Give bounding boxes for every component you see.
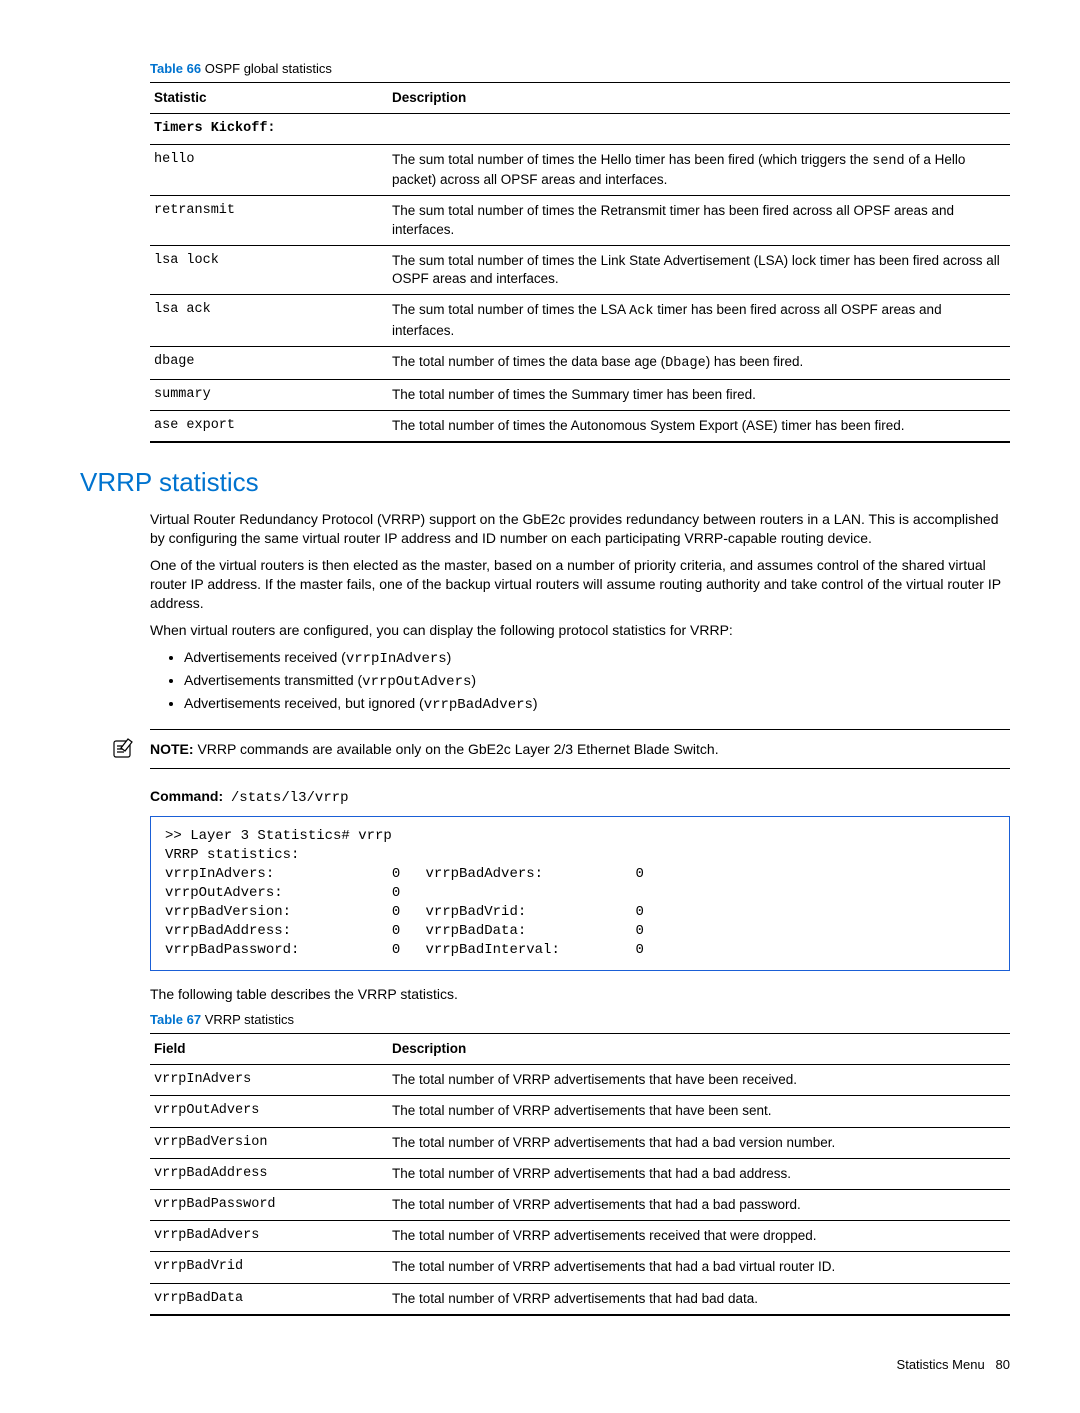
table66-desc-cell: The total number of times the Summary ti… (388, 379, 1010, 410)
table66-stat-cell: lsa ack (150, 295, 388, 346)
table-row: dbageThe total number of times the data … (150, 346, 1010, 379)
vrrp-statistics-heading: VRRP statistics (80, 465, 1010, 500)
table66-header-statistic: Statistic (150, 82, 388, 113)
vrrp-para-3: When virtual routers are configured, you… (150, 621, 1010, 640)
table-row: ase exportThe total number of times the … (150, 411, 1010, 443)
ospf-global-stats-table: Statistic Description Timers Kickoff:hel… (150, 82, 1010, 444)
vrrp-bullet-list: Advertisements received (vrrpInAdvers)Ad… (150, 648, 1010, 715)
table67-field-cell: vrrpBadData (150, 1283, 388, 1315)
list-item: Advertisements received (vrrpInAdvers) (184, 648, 1010, 669)
table-row: vrrpBadAdversThe total number of VRRP ad… (150, 1221, 1010, 1252)
table-row: vrrpBadVersionThe total number of VRRP a… (150, 1127, 1010, 1158)
table-row: lsa lockThe sum total number of times th… (150, 245, 1010, 294)
table67-desc-cell: The total number of VRRP advertisements … (388, 1221, 1010, 1252)
vrrp-para-4: The following table describes the VRRP s… (150, 985, 1010, 1004)
command-line: Command: /stats/l3/vrrp (150, 787, 1010, 808)
note-icon (110, 738, 136, 768)
table66-desc-cell: The total number of times the Autonomous… (388, 411, 1010, 443)
table66-stat-cell: lsa lock (150, 245, 388, 294)
table66-desc-cell: The sum total number of times the Retran… (388, 196, 1010, 245)
table66-desc-cell: The sum total number of times the Hello … (388, 144, 1010, 195)
vrrp-output-box: >> Layer 3 Statistics# vrrp VRRP statist… (150, 816, 1010, 970)
table67-field-cell: vrrpBadVersion (150, 1127, 388, 1158)
table67-desc-cell: The total number of VRRP advertisements … (388, 1127, 1010, 1158)
table66-desc-cell: The sum total number of times the LSA Ac… (388, 295, 1010, 346)
list-item: Advertisements received, but ignored (vr… (184, 694, 1010, 715)
command-label: Command: (150, 788, 223, 804)
table66-stat-cell: dbage (150, 346, 388, 379)
table66-stat-cell: retransmit (150, 196, 388, 245)
table-row: vrrpInAdversThe total number of VRRP adv… (150, 1065, 1010, 1096)
note-text: NOTE: VRRP commands are available only o… (150, 741, 719, 757)
vrrp-para-1: Virtual Router Redundancy Protocol (VRRP… (150, 510, 1010, 548)
table-row: vrrpBadVridThe total number of VRRP adve… (150, 1252, 1010, 1283)
vrrp-stats-table: Field Description vrrpInAdversThe total … (150, 1033, 1010, 1316)
list-item: Advertisements transmitted (vrrpOutAdver… (184, 671, 1010, 692)
table-row: lsa ackThe sum total number of times the… (150, 295, 1010, 346)
table66-desc-cell: The sum total number of times the Link S… (388, 245, 1010, 294)
table-row: vrrpBadPasswordThe total number of VRRP … (150, 1190, 1010, 1221)
table67-field-cell: vrrpInAdvers (150, 1065, 388, 1096)
table66-stat-cell: summary (150, 379, 388, 410)
table67-field-cell: vrrpBadPassword (150, 1190, 388, 1221)
note-label: NOTE: (150, 741, 194, 757)
footer-page-number: 80 (996, 1357, 1010, 1372)
table67-desc-cell: The total number of VRRP advertisements … (388, 1190, 1010, 1221)
table66-stat-cell: hello (150, 144, 388, 195)
table67-header-description: Description (388, 1033, 1010, 1064)
table66-caption: Table 66 OSPF global statistics (150, 60, 1010, 78)
table-row: vrrpBadAddressThe total number of VRRP a… (150, 1158, 1010, 1189)
table67-desc-cell: The total number of VRRP advertisements … (388, 1283, 1010, 1315)
table-row: helloThe sum total number of times the H… (150, 144, 1010, 195)
table67-desc-cell: The total number of VRRP advertisements … (388, 1065, 1010, 1096)
note-body: VRRP commands are available only on the … (194, 741, 719, 757)
table67-field-cell: vrrpOutAdvers (150, 1096, 388, 1127)
table66-section-header: Timers Kickoff: (150, 113, 1010, 144)
table67-field-cell: vrrpBadAddress (150, 1158, 388, 1189)
table67-header-field: Field (150, 1033, 388, 1064)
table67-title: VRRP statistics (205, 1012, 294, 1027)
page-footer: Statistics Menu 80 (80, 1356, 1010, 1374)
table67-desc-cell: The total number of VRRP advertisements … (388, 1252, 1010, 1283)
table-row: vrrpBadDataThe total number of VRRP adve… (150, 1283, 1010, 1315)
table67-desc-cell: The total number of VRRP advertisements … (388, 1158, 1010, 1189)
table66-title: OSPF global statistics (205, 61, 332, 76)
vrrp-para-2: One of the virtual routers is then elect… (150, 556, 1010, 613)
table66-desc-cell: The total number of times the data base … (388, 346, 1010, 379)
table67-desc-cell: The total number of VRRP advertisements … (388, 1096, 1010, 1127)
table66-number: Table 66 (150, 61, 201, 76)
table66-header-description: Description (388, 82, 1010, 113)
table67-caption: Table 67 VRRP statistics (150, 1011, 1010, 1029)
table66-stat-cell: ase export (150, 411, 388, 443)
command-path: /stats/l3/vrrp (231, 790, 349, 806)
table67-field-cell: vrrpBadAdvers (150, 1221, 388, 1252)
table-row: retransmitThe sum total number of times … (150, 196, 1010, 245)
table-row: vrrpOutAdversThe total number of VRRP ad… (150, 1096, 1010, 1127)
footer-section: Statistics Menu (897, 1357, 985, 1372)
table67-field-cell: vrrpBadVrid (150, 1252, 388, 1283)
table67-number: Table 67 (150, 1012, 201, 1027)
note-block: NOTE: VRRP commands are available only o… (150, 729, 1010, 770)
table-row: summaryThe total number of times the Sum… (150, 379, 1010, 410)
